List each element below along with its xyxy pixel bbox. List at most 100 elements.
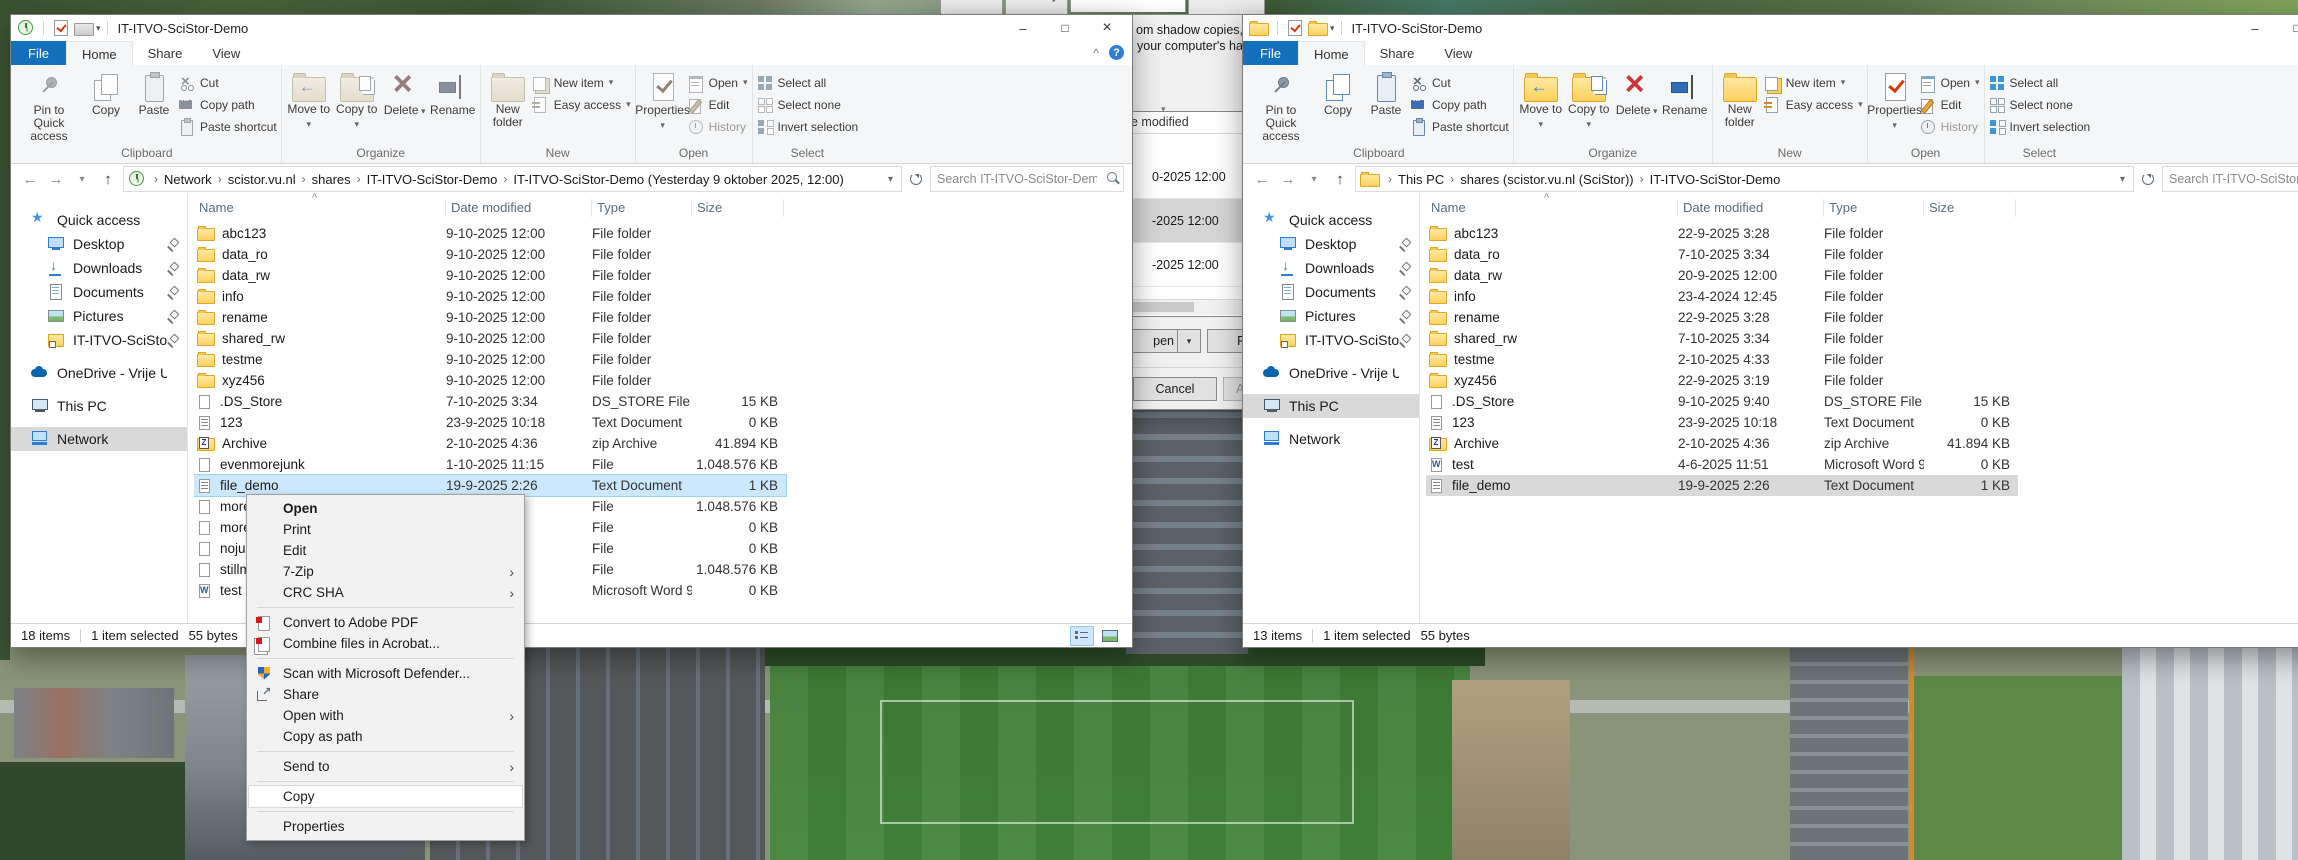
- details-view-button[interactable]: [1070, 625, 1094, 646]
- select-all-button[interactable]: Select all: [757, 73, 859, 92]
- context-menu-item[interactable]: Open: [249, 498, 522, 519]
- invert-selection-button[interactable]: Invert selection: [1989, 117, 2090, 136]
- column-header-size[interactable]: Size: [1924, 199, 2016, 217]
- invert-selection-button[interactable]: Invert selection: [757, 117, 858, 136]
- new-folder-button[interactable]: New folder: [485, 68, 531, 143]
- file-row[interactable]: Archive 2-10-2025 4:36 zip Archive 41.89…: [194, 433, 786, 454]
- quick-access-newfolder-icon[interactable]: [74, 22, 94, 36]
- context-menu-item[interactable]: [257, 751, 514, 752]
- maximize-button[interactable]: [2276, 16, 2298, 40]
- close-button[interactable]: [1086, 16, 1128, 40]
- sidebar-item[interactable]: OneDrive - Vrije Univ: [1243, 361, 1419, 385]
- titlebar[interactable]: IT-ITVO-SciStor-Demo: [11, 15, 1132, 41]
- help-icon[interactable]: [1109, 45, 1124, 60]
- context-menu-item[interactable]: Send to: [249, 756, 522, 777]
- sidebar-item[interactable]: This PC: [1243, 394, 1419, 418]
- tab-view[interactable]: View: [197, 41, 255, 65]
- sidebar-item[interactable]: Desktop: [1243, 232, 1419, 256]
- history-button[interactable]: History: [688, 117, 748, 136]
- file-row[interactable]: test 4-6-2025 11:51 Microsoft Word 9... …: [1426, 454, 2018, 475]
- forward-button[interactable]: [1277, 168, 1299, 190]
- forward-button[interactable]: [45, 168, 67, 190]
- copy-button[interactable]: Copy: [83, 68, 129, 143]
- dialog-tab[interactable]: Customize: [1188, 0, 1265, 14]
- breadcrumb[interactable]: This PC shares (scistor.vu.nl (SciStor))…: [1355, 166, 2134, 192]
- rename-button[interactable]: Rename: [430, 68, 476, 143]
- properties-button[interactable]: Properties: [635, 68, 690, 143]
- address-dropdown-icon[interactable]: [882, 174, 899, 185]
- context-menu-item[interactable]: [257, 811, 514, 812]
- sidebar-item[interactable]: Documents: [11, 280, 187, 304]
- sidebar-item[interactable]: Pictures: [11, 304, 187, 328]
- file-row[interactable]: rename 9-10-2025 12:00 File folder: [194, 307, 786, 328]
- move-to-button[interactable]: Move to: [1518, 68, 1564, 143]
- file-row[interactable]: file_demo 19-9-2025 2:26 Text Document 1…: [1426, 475, 2018, 496]
- new-item-button[interactable]: New item: [532, 73, 631, 92]
- file-row[interactable]: .DS_Store 9-10-2025 9:40 DS_STORE File 1…: [1426, 391, 2018, 412]
- file-row[interactable]: 123 23-9-2025 10:18 Text Document 0 KB: [194, 412, 786, 433]
- context-menu-item[interactable]: Edit: [249, 540, 522, 561]
- delete-button[interactable]: Delete: [382, 67, 428, 143]
- breadcrumb-item[interactable]: shares: [296, 172, 351, 187]
- recent-locations-dropdown-icon[interactable]: [71, 168, 93, 190]
- paste-button[interactable]: Paste: [1363, 68, 1409, 143]
- search-box[interactable]: [2162, 166, 2298, 192]
- dialog-tab[interactable]: Previous Versions: [1070, 0, 1187, 12]
- context-menu-item[interactable]: Copy as path: [249, 726, 522, 747]
- context-menu-item[interactable]: [257, 781, 514, 782]
- copy-path-button[interactable]: Copy path: [179, 93, 277, 114]
- easy-access-button[interactable]: Easy access: [531, 95, 631, 114]
- search-input[interactable]: [2163, 172, 2298, 186]
- edit-button[interactable]: Edit: [688, 95, 748, 114]
- file-row[interactable]: data_ro 9-10-2025 12:00 File folder: [194, 244, 786, 265]
- context-menu-item[interactable]: Properties: [249, 816, 522, 837]
- file-row[interactable]: shared_rw 7-10-2025 3:34 File folder: [1426, 328, 2018, 349]
- copy-path-button[interactable]: Copy path: [1411, 93, 1509, 114]
- copy-to-button[interactable]: Copy to: [334, 68, 380, 143]
- breadcrumb-item[interactable]: shares (scistor.vu.nl (SciStor)): [1444, 172, 1633, 187]
- sidebar-item[interactable]: IT-ITVO-SciStor-I: [1243, 328, 1419, 352]
- tab-home[interactable]: Home: [1297, 41, 1365, 65]
- tab-file[interactable]: File: [1243, 41, 1298, 65]
- context-menu-item[interactable]: 7-Zip: [249, 561, 522, 582]
- file-row[interactable]: testme 2-10-2025 4:33 File folder: [1426, 349, 2018, 370]
- context-menu-item[interactable]: Print: [249, 519, 522, 540]
- file-row[interactable]: Archive 2-10-2025 4:36 zip Archive 41.89…: [1426, 433, 2018, 454]
- dialog-column-date-modified[interactable]: e modified: [1131, 104, 1189, 129]
- pin-to-quick-access-button[interactable]: Pin to Quick access: [1249, 68, 1313, 143]
- column-header-type[interactable]: Type: [1824, 199, 1924, 217]
- open-button[interactable]: Open: [688, 73, 748, 93]
- column-header-name[interactable]: Name: [1426, 199, 1678, 217]
- file-row[interactable]: testme 9-10-2025 12:00 File folder: [194, 349, 786, 370]
- edit-button[interactable]: Edit: [1920, 95, 1980, 114]
- open-button[interactable]: Open: [1920, 73, 1980, 93]
- sidebar-item[interactable]: Downloads: [11, 256, 187, 280]
- sidebar-item[interactable]: Pictures: [1243, 304, 1419, 328]
- new-folder-button[interactable]: New folder: [1717, 68, 1763, 143]
- breadcrumb-item[interactable]: scistor.vu.nl: [212, 172, 296, 187]
- breadcrumb-item[interactable]: Network: [148, 172, 212, 187]
- file-row[interactable]: abc123 9-10-2025 12:00 File folder: [194, 223, 786, 244]
- file-row[interactable]: data_ro 7-10-2025 3:34 File folder: [1426, 244, 2018, 265]
- open-split-dropdown-icon[interactable]: [1177, 330, 1200, 352]
- context-menu-item[interactable]: Convert to Adobe PDF: [249, 612, 522, 633]
- context-menu-item[interactable]: Copy: [248, 785, 523, 808]
- cut-button[interactable]: Cut: [1411, 73, 1509, 92]
- minimize-button[interactable]: [2234, 16, 2276, 40]
- refresh-icon[interactable]: [2138, 169, 2158, 189]
- minimize-button[interactable]: [1002, 16, 1044, 40]
- dialog-tab[interactable]: Security: [1004, 0, 1069, 14]
- select-none-button[interactable]: Select none: [1989, 95, 2091, 114]
- pin-to-quick-access-button[interactable]: Pin to Quick access: [17, 68, 81, 143]
- sidebar-item[interactable]: IT-ITVO-SciStor-I: [11, 328, 187, 352]
- breadcrumb-item[interactable]: IT-ITVO-SciStor-Demo: [1634, 172, 1781, 187]
- breadcrumb-item[interactable]: This PC: [1382, 172, 1444, 187]
- new-item-button[interactable]: New item: [1764, 73, 1863, 92]
- file-row[interactable]: .DS_Store 7-10-2025 3:34 DS_STORE File 1…: [194, 391, 786, 412]
- tab-share[interactable]: Share: [1365, 41, 1430, 65]
- paste-shortcut-button[interactable]: Paste shortcut: [1411, 117, 1509, 136]
- sidebar-item[interactable]: Desktop: [11, 232, 187, 256]
- sidebar-item[interactable]: OneDrive - Vrije Univ: [11, 361, 187, 385]
- easy-access-button[interactable]: Easy access: [1763, 95, 1863, 114]
- copy-to-button[interactable]: Copy to: [1566, 68, 1612, 143]
